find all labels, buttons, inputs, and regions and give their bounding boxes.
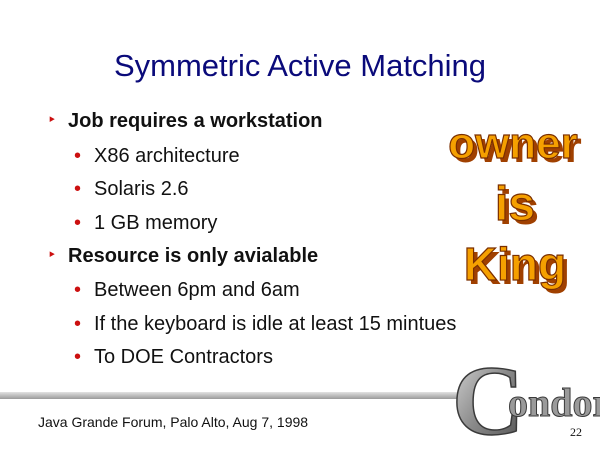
subbullet-text: To DOE Contractors	[94, 346, 273, 368]
bullet-resource-available: ‣ Resource is only avialable	[48, 245, 318, 268]
subbullet-text: X86 architecture	[94, 145, 240, 167]
owner-is-king-wordart: owner is King owner is King	[448, 118, 582, 294]
bullet-job-requires: ‣ Job requires a workstation	[48, 110, 323, 133]
footer-divider-bar	[0, 392, 470, 399]
bullet-arrow-icon: ‣	[48, 112, 56, 127]
bullet-dot-icon: •	[74, 178, 82, 200]
bullet-dot-icon: •	[74, 279, 82, 301]
bullet-dot-icon: •	[74, 145, 82, 167]
bullet-dot-icon: •	[74, 313, 82, 335]
subbullet-time-window: • Between 6pm and 6am	[74, 279, 300, 302]
subbullet-solaris: • Solaris 2.6	[74, 178, 189, 201]
slide: Symmetric Active Matching ‣ Job requires …	[0, 0, 600, 450]
bullet-arrow-icon: ‣	[48, 247, 56, 262]
wordart-king: King	[464, 238, 566, 290]
subbullet-memory: • 1 GB memory	[74, 212, 217, 235]
bullet-text: Resource is only avialable	[68, 245, 319, 267]
bullet-text: Job requires a workstation	[68, 110, 323, 132]
subbullet-keyboard-idle: • If the keyboard is idle at least 15 min…	[74, 313, 456, 336]
bullet-dot-icon: •	[74, 212, 82, 234]
wordart-owner: owner	[448, 119, 578, 168]
subbullet-text: 1 GB memory	[94, 212, 218, 234]
subbullet-x86: • X86 architecture	[74, 145, 240, 168]
footer-text: Java Grande Forum, Palo Alto, Aug 7, 199…	[38, 414, 309, 430]
bullet-dot-icon: •	[74, 346, 82, 368]
wordart-is: is	[495, 178, 535, 231]
page-number: 22	[570, 425, 582, 439]
subbullet-doe: • To DOE Contractors	[74, 346, 273, 369]
subbullet-text: If the keyboard is idle at least 15 mint…	[94, 313, 457, 335]
subbullet-text: Between 6pm and 6am	[94, 279, 300, 301]
slide-title: Symmetric Active Matching	[113, 48, 487, 83]
condor-logo-text: ondor	[508, 380, 600, 425]
subbullet-text: Solaris 2.6	[94, 178, 189, 200]
